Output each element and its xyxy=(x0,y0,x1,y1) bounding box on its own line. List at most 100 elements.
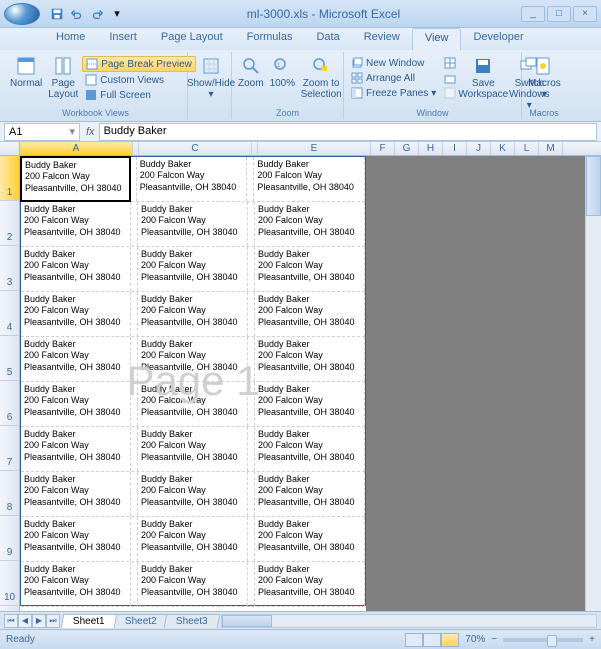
new-window-button[interactable]: New Window xyxy=(348,56,439,70)
row-2[interactable]: 2 xyxy=(0,201,19,246)
cell[interactable] xyxy=(248,247,255,291)
tab-insert[interactable]: Insert xyxy=(97,28,149,50)
row-7[interactable]: 7 xyxy=(0,426,19,471)
sheet-tab-2[interactable]: Sheet2 xyxy=(112,614,168,628)
arrange-all-button[interactable]: Arrange All xyxy=(348,71,439,85)
zoom-slider[interactable] xyxy=(503,638,583,642)
horizontal-scrollbar[interactable] xyxy=(221,614,597,628)
row-3[interactable]: 3 xyxy=(0,246,19,291)
cell[interactable]: Buddy Baker200 Falcon WayPleasantville, … xyxy=(255,472,365,516)
office-button[interactable] xyxy=(4,3,40,25)
cell[interactable] xyxy=(131,472,138,516)
cell[interactable] xyxy=(247,157,254,201)
undo-icon[interactable] xyxy=(68,5,86,23)
tab-home[interactable]: Home xyxy=(44,28,97,50)
cell[interactable]: Buddy Baker200 Falcon WayPleasantville, … xyxy=(255,382,365,426)
sheet-tab-3[interactable]: Sheet3 xyxy=(164,614,220,628)
col-J[interactable]: J xyxy=(467,142,491,155)
cell[interactable] xyxy=(248,472,255,516)
row-6[interactable]: 6 xyxy=(0,381,19,426)
tab-review[interactable]: Review xyxy=(352,28,412,50)
zoom-percent[interactable]: 70% xyxy=(465,634,485,645)
cell[interactable]: Buddy Baker200 Falcon WayPleasantville, … xyxy=(21,517,131,561)
cell[interactable]: Buddy Baker200 Falcon WayPleasantville, … xyxy=(138,337,248,381)
tab-nav-first[interactable]: ⏮ xyxy=(4,614,18,628)
tab-nav-next[interactable]: ▶ xyxy=(32,614,46,628)
minimize-button[interactable]: _ xyxy=(521,6,545,22)
cell[interactable]: Buddy Baker200 Falcon WayPleasantville, … xyxy=(138,382,248,426)
cell[interactable]: Buddy Baker200 Falcon WayPleasantville, … xyxy=(21,472,131,516)
cell[interactable]: Buddy Baker200 Falcon WayPleasantville, … xyxy=(255,517,365,561)
cell[interactable]: Buddy Baker200 Falcon WayPleasantville, … xyxy=(255,247,365,291)
col-E[interactable]: E xyxy=(258,142,371,155)
cells-grid[interactable]: Page 1 Buddy Baker200 Falcon WayPleasant… xyxy=(20,156,366,611)
tab-formulas[interactable]: Formulas xyxy=(235,28,305,50)
view-page-break-icon[interactable] xyxy=(441,633,459,647)
col-M[interactable]: M xyxy=(539,142,563,155)
tab-data[interactable]: Data xyxy=(304,28,351,50)
row-10[interactable]: 10 xyxy=(0,561,19,606)
tab-page-layout[interactable]: Page Layout xyxy=(149,28,235,50)
page-break-preview-button[interactable]: Page Break Preview xyxy=(82,56,196,72)
col-I[interactable]: I xyxy=(443,142,467,155)
col-H[interactable]: H xyxy=(419,142,443,155)
cell[interactable]: Buddy Baker200 Falcon WayPleasantville, … xyxy=(138,427,248,471)
cell[interactable]: Buddy Baker200 Falcon WayPleasantville, … xyxy=(255,202,365,246)
name-box[interactable]: A1▾ xyxy=(4,123,80,141)
tab-nav-prev[interactable]: ◀ xyxy=(18,614,32,628)
unhide-button[interactable] xyxy=(441,86,459,100)
vertical-scrollbar[interactable] xyxy=(585,156,601,611)
col-F[interactable]: F xyxy=(371,142,395,155)
cell[interactable] xyxy=(248,337,255,381)
full-screen-button[interactable]: Full Screen xyxy=(82,88,196,102)
col-G[interactable]: G xyxy=(395,142,419,155)
cell[interactable] xyxy=(131,382,138,426)
cell[interactable]: Buddy Baker200 Falcon WayPleasantville, … xyxy=(254,157,365,201)
cell[interactable]: Buddy Baker200 Falcon WayPleasantville, … xyxy=(21,292,131,336)
restore-button[interactable]: □ xyxy=(547,6,571,22)
cell[interactable]: Buddy Baker200 Falcon WayPleasantville, … xyxy=(21,427,131,471)
cell[interactable] xyxy=(248,517,255,561)
cell[interactable]: Buddy Baker200 Falcon WayPleasantville, … xyxy=(138,562,248,606)
cell[interactable] xyxy=(131,427,138,471)
cell[interactable] xyxy=(248,382,255,426)
row-4[interactable]: 4 xyxy=(0,291,19,336)
hide-button[interactable] xyxy=(441,71,459,85)
row-5[interactable]: 5 xyxy=(0,336,19,381)
cell[interactable] xyxy=(131,517,138,561)
fx-icon[interactable]: fx xyxy=(86,126,95,138)
cell[interactable] xyxy=(131,292,138,336)
cell[interactable]: Buddy Baker200 Falcon WayPleasantville, … xyxy=(138,517,248,561)
cell[interactable] xyxy=(131,562,138,606)
cell[interactable]: Buddy Baker200 Falcon WayPleasantville, … xyxy=(21,337,131,381)
tab-nav-last[interactable]: ⏭ xyxy=(46,614,60,628)
select-all-corner[interactable] xyxy=(0,142,20,155)
zoom-in-button[interactable]: + xyxy=(589,634,595,645)
col-L[interactable]: L xyxy=(515,142,539,155)
split-button[interactable] xyxy=(441,56,459,70)
save-icon[interactable] xyxy=(48,5,66,23)
freeze-panes-button[interactable]: Freeze Panes ▾ xyxy=(348,86,439,100)
tab-view[interactable]: View xyxy=(412,28,462,50)
cell[interactable]: Buddy Baker200 Falcon WayPleasantville, … xyxy=(138,247,248,291)
cell[interactable]: Buddy Baker200 Falcon WayPleasantville, … xyxy=(255,427,365,471)
row-1[interactable]: 1 xyxy=(0,156,19,201)
custom-views-button[interactable]: Custom Views xyxy=(82,73,196,87)
cell[interactable] xyxy=(131,247,138,291)
cell[interactable] xyxy=(248,562,255,606)
cell[interactable]: Buddy Baker200 Falcon WayPleasantville, … xyxy=(138,472,248,516)
view-normal-icon[interactable] xyxy=(405,633,423,647)
close-button[interactable]: × xyxy=(573,6,597,22)
redo-icon[interactable] xyxy=(88,5,106,23)
cell[interactable]: Buddy Baker200 Falcon WayPleasantville, … xyxy=(255,337,365,381)
cell[interactable]: Buddy Baker200 Falcon WayPleasantville, … xyxy=(21,202,131,246)
col-A[interactable]: A xyxy=(20,142,133,155)
cell[interactable]: Buddy Baker200 Falcon WayPleasantville, … xyxy=(137,157,248,201)
cell[interactable] xyxy=(248,292,255,336)
cell[interactable] xyxy=(131,337,138,381)
qat-dropdown-icon[interactable]: ▾ xyxy=(108,5,126,23)
cell[interactable]: Buddy Baker200 Falcon WayPleasantville, … xyxy=(21,562,131,606)
cell[interactable]: Buddy Baker200 Falcon WayPleasantville, … xyxy=(138,292,248,336)
cell[interactable] xyxy=(131,202,138,246)
sheet-tab-1[interactable]: Sheet1 xyxy=(61,614,117,628)
